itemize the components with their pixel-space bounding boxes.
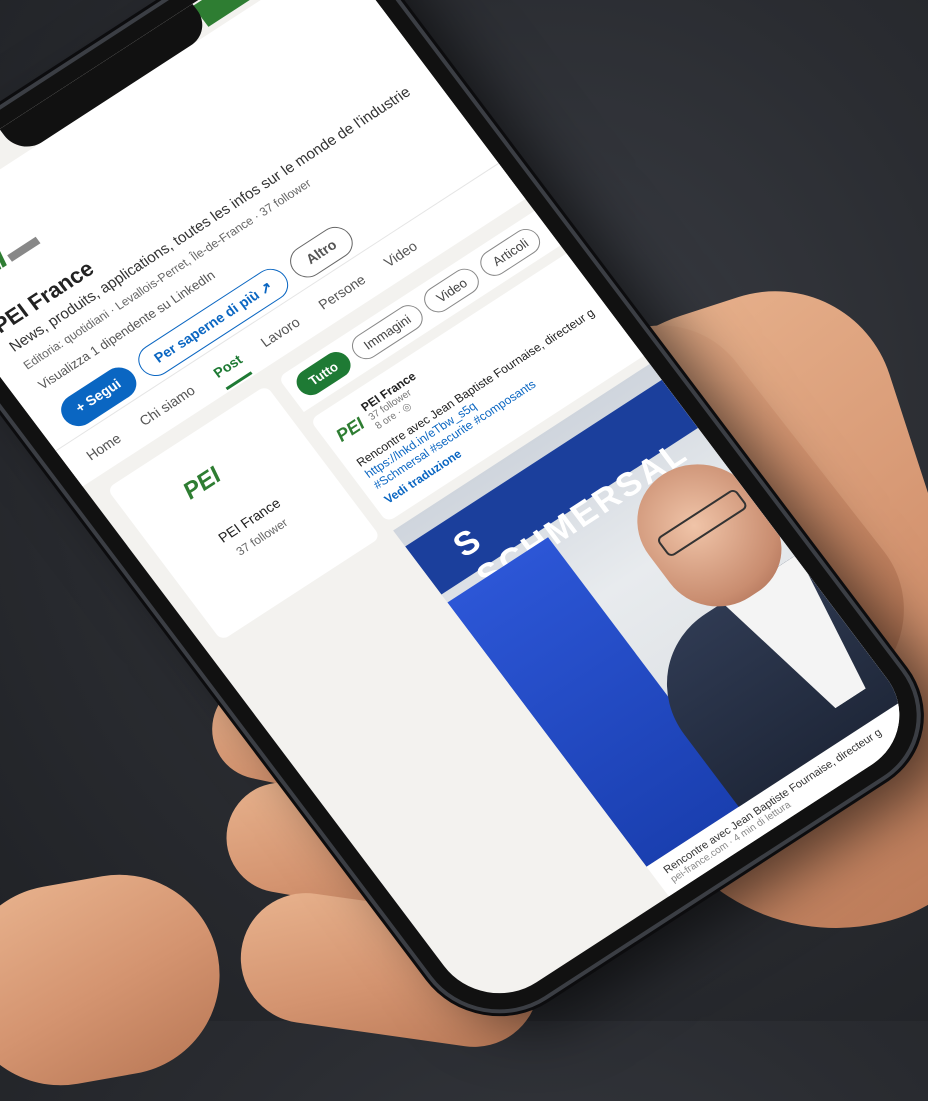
post-author-logo[interactable]: PEI: [332, 413, 369, 446]
tab-videos[interactable]: Video: [381, 238, 420, 270]
chip-all[interactable]: Tutto: [291, 347, 356, 401]
tab-jobs[interactable]: Lavoro: [257, 314, 303, 350]
company-logo-text: PEI: [0, 239, 14, 298]
company-logo-bar: [6, 236, 41, 262]
hand-finger: [0, 858, 236, 1101]
chip-video[interactable]: Video: [418, 263, 485, 318]
tab-posts[interactable]: Post: [210, 351, 245, 380]
side-card-logo: PEI: [177, 462, 227, 505]
tab-people[interactable]: Persone: [315, 271, 368, 312]
tab-home[interactable]: Home: [83, 430, 124, 463]
